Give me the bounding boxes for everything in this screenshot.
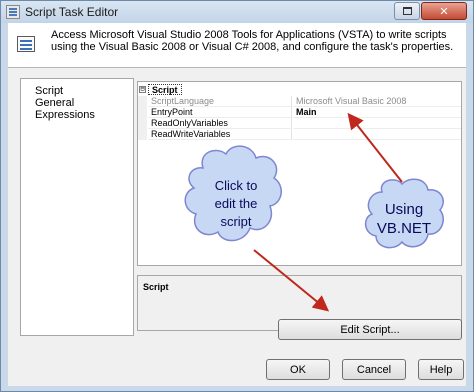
window-title: Script Task Editor	[25, 5, 119, 19]
row-gutter	[138, 96, 147, 107]
header-description: Access Microsoft Visual Studio 2008 Tool…	[51, 29, 454, 53]
property-name: ReadWriteVariables	[148, 129, 292, 140]
callout-right-line2: VB.NET	[376, 220, 432, 237]
property-value[interactable]	[293, 118, 461, 129]
close-button[interactable]: ✕	[421, 2, 467, 20]
restore-icon	[402, 7, 412, 15]
callout-left-line2: edit the	[214, 196, 258, 211]
row-gutter	[138, 118, 147, 129]
callout-left-line1: Click to	[214, 178, 258, 193]
property-row-readonlyvariables[interactable]: ReadOnlyVariables	[138, 118, 461, 129]
nav-item-expressions[interactable]: Expressions	[35, 109, 95, 122]
callout-left-line3: script	[220, 214, 252, 229]
edit-script-button[interactable]: Edit Script...	[278, 319, 462, 340]
collapse-icon[interactable]: ⊟	[139, 86, 146, 93]
ok-button[interactable]: OK	[266, 359, 330, 380]
property-name: ScriptLanguage	[148, 96, 292, 107]
cancel-button[interactable]: Cancel	[342, 359, 406, 380]
close-icon: ✕	[439, 4, 449, 18]
property-value: Microsoft Visual Basic 2008	[293, 96, 461, 107]
callout-text-left: Click to edit the script	[200, 177, 272, 231]
property-value[interactable]	[293, 129, 461, 140]
property-row-readwritevariables[interactable]: ReadWriteVariables	[138, 129, 461, 140]
callout-right-line1: Using	[384, 201, 424, 218]
callout-text-right: Using VB.NET	[368, 200, 440, 238]
property-name: ReadOnlyVariables	[148, 118, 292, 129]
category-row-script[interactable]: ⊟ Script	[138, 84, 461, 95]
property-value[interactable]: Main	[293, 107, 461, 118]
row-gutter	[138, 107, 147, 118]
restore-button[interactable]	[394, 2, 420, 20]
header-band: Access Microsoft Visual Studio 2008 Tool…	[8, 23, 466, 68]
property-name: EntryPoint	[148, 107, 292, 118]
help-button[interactable]: Help	[418, 359, 464, 380]
property-row-entrypoint[interactable]: EntryPoint Main	[138, 107, 461, 118]
page-navigation-list: Script General Expressions	[20, 78, 134, 336]
app-icon	[6, 5, 20, 19]
title-bar[interactable]: Script Task Editor ✕	[1, 1, 473, 23]
description-title: Script	[143, 282, 169, 292]
script-task-icon	[17, 36, 35, 52]
property-row-scriptlanguage[interactable]: ScriptLanguage Microsoft Visual Basic 20…	[138, 96, 461, 107]
property-grid: ⊟ Script ScriptLanguage Microsoft Visual…	[137, 81, 462, 266]
category-label: Script	[148, 84, 182, 95]
row-gutter	[138, 129, 147, 140]
